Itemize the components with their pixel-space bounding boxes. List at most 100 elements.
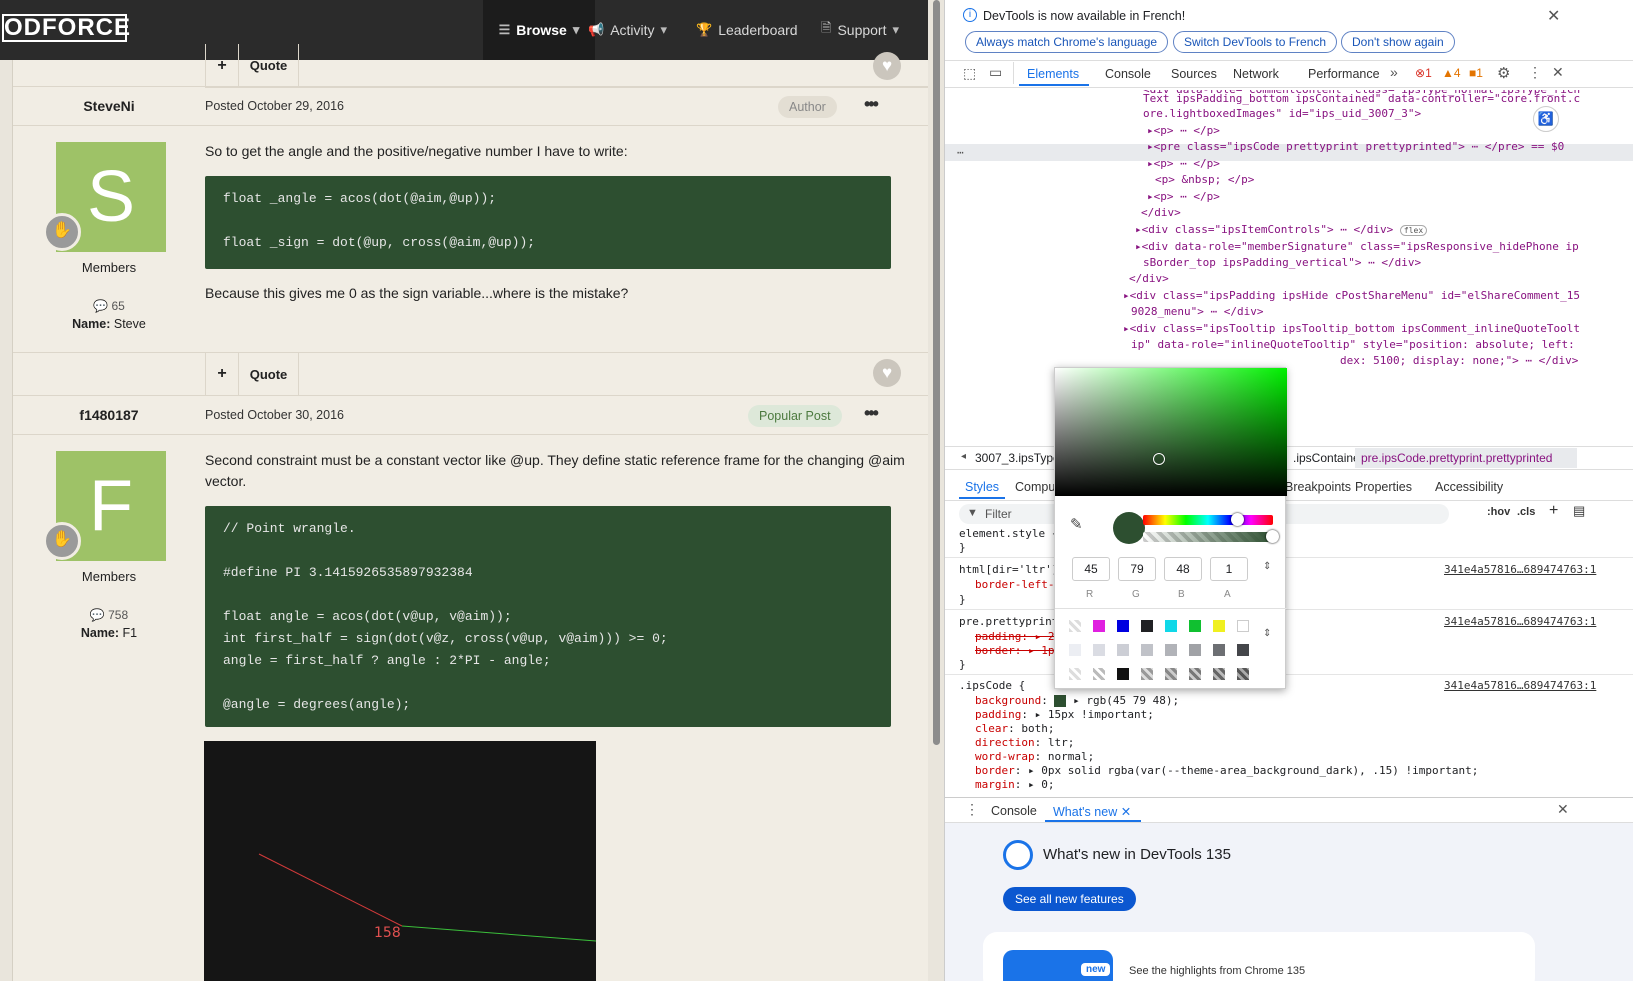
match-language-button[interactable]: Always match Chrome's language [965,31,1169,53]
dom-line[interactable]: sBorder_top ipsPadding_vertical"> ⋯ </di… [1143,255,1421,272]
breadcrumb-left-arrow-icon[interactable]: ◂ [961,451,966,462]
add-rule-icon[interactable]: + [1549,502,1558,520]
close-icon[interactable]: ✕ [1547,6,1560,26]
blue-input[interactable]: 48 [1164,557,1202,581]
dom-line[interactable]: ▸<div class="ipsTooltip ipsTooltip_botto… [1123,321,1580,338]
dom-line[interactable]: dex: 5100; display: none;"> ⋯ </div> [1340,353,1578,370]
saturation-value-area[interactable] [1055,368,1287,496]
css-declaration[interactable]: margin: ▸ 0; [975,777,1055,791]
tab-network[interactable]: Network [1233,67,1279,81]
dom-line[interactable]: </div> [1129,271,1169,288]
drawer-menu-icon[interactable]: ⋮ [965,801,979,818]
post-menu-button[interactable]: ••• [864,94,879,115]
dom-line[interactable]: ore.lightboxedImages" id="ips_uid_3007_3… [1143,106,1421,123]
tab-accessibility[interactable]: Accessibility [1435,480,1503,494]
dom-line[interactable]: ▸<p> ⋯ </p> [1147,189,1220,206]
palette-swatch[interactable] [1069,668,1081,680]
close-devtools-icon[interactable]: ✕ [1552,64,1564,81]
error-count[interactable]: ⊗1 [1415,66,1432,80]
gear-icon[interactable]: ⚙ [1497,64,1510,82]
breadcrumb-item-selected[interactable]: pre.ipsCode.prettyprint.prettyprinted [1361,451,1552,465]
palette-swatch[interactable] [1213,668,1225,680]
post-author[interactable]: f1480187 [13,407,205,423]
palette-swatch[interactable] [1213,620,1225,632]
tab-properties[interactable]: Properties [1355,480,1412,494]
hue-slider[interactable] [1143,515,1273,525]
tab-breakpoints[interactable]: Breakpoints [1285,480,1351,494]
switch-french-button[interactable]: Switch DevTools to French [1173,31,1338,53]
page-scrollbar-thumb[interactable] [933,0,940,745]
css-selector[interactable]: element.style { [959,526,1058,543]
warning-count[interactable]: ▲4 [1442,66,1461,80]
see-all-features-button[interactable]: See all new features [1003,887,1136,911]
source-link[interactable]: 341e4a57816…689474763:1 [1444,614,1596,631]
dom-line[interactable]: ip" data-role="inlineQuoteTooltip" style… [1131,337,1575,354]
dom-line-selected[interactable]: ▸<pre class="ipsCode prettyprint prettyp… [1147,139,1564,156]
post-author[interactable]: SteveNi [13,98,205,114]
dom-line[interactable]: ▸<div class="ipsItemControls"> ⋯ </div> … [1135,222,1428,239]
paint-icon[interactable]: ▤ [1573,503,1585,519]
color-cursor-handle[interactable] [1153,453,1165,465]
palette-swatch[interactable] [1117,668,1129,680]
tab-console[interactable]: Console [1105,67,1151,81]
dom-line[interactable]: </div> [1141,205,1181,222]
quote-button[interactable]: Quote [239,43,299,88]
quote-button[interactable]: Quote [239,352,299,396]
palette-swatch[interactable] [1237,620,1249,632]
source-link[interactable]: 341e4a57816…689474763:1 [1444,562,1596,579]
cls-button[interactable]: .cls [1517,506,1535,518]
dom-line[interactable]: <p> &nbsp; </p> [1155,172,1254,189]
hue-slider-handle[interactable] [1231,513,1244,526]
dom-line[interactable]: ▸<div data-role="memberSignature" class=… [1135,239,1579,256]
close-tab-icon[interactable]: ✕ [1121,805,1131,819]
tab-elements[interactable]: Elements [1027,67,1079,81]
multiquote-button[interactable]: + [205,352,239,396]
multiquote-button[interactable]: + [205,43,239,88]
accessibility-icon[interactable]: ♿ [1533,106,1559,132]
dont-show-again-button[interactable]: Don't show again [1341,31,1455,53]
palette-swatch[interactable] [1093,668,1105,680]
flex-badge[interactable]: flex [1399,225,1428,236]
post-date[interactable]: Posted October 29, 2016 [205,99,344,113]
dom-line[interactable]: ▸<p> ⋯ </p> [1147,123,1220,140]
palette-swatch[interactable] [1237,644,1249,656]
tab-performance[interactable]: Performance [1308,67,1380,81]
breadcrumb-item[interactable]: 3007_3.ipsType_ [975,451,1066,465]
more-tabs-icon[interactable]: » [1390,64,1398,80]
color-swatch[interactable] [1054,695,1067,707]
palette-swatch[interactable] [1117,620,1129,632]
palette-swatch[interactable] [1093,620,1105,632]
palette-swatch[interactable] [1141,620,1153,632]
attached-image[interactable]: 158 [204,741,596,981]
device-toolbar-icon[interactable]: ▭ [989,64,1002,81]
green-input[interactable]: 79 [1118,557,1156,581]
reaction-heart-icon[interactable]: ♥ [873,359,901,387]
close-drawer-icon[interactable]: ✕ [1557,801,1569,818]
alpha-slider[interactable] [1143,532,1273,542]
issue-count[interactable]: ■1 [1469,66,1483,80]
tab-computed[interactable]: Compu [1015,480,1055,494]
palette-swatch[interactable] [1189,668,1201,680]
css-declaration[interactable]: border-left-w [975,577,1061,594]
tab-styles[interactable]: Styles [965,480,999,494]
palette-swatch[interactable] [1069,620,1081,632]
palette-swatch[interactable] [1189,620,1201,632]
red-input[interactable]: 45 [1072,557,1110,581]
alpha-input[interactable]: 1 [1210,557,1248,581]
palette-swatch[interactable] [1069,644,1081,656]
dom-line[interactable]: 9028_menu"> ⋯ </div> [1131,304,1263,321]
css-declaration-overridden[interactable]: border: ▸ 1px [975,643,1061,660]
alpha-slider-handle[interactable] [1266,530,1279,543]
dom-line[interactable]: ▸<div class="ipsPadding ipsHide cPostSha… [1123,288,1580,305]
palette-swatch[interactable] [1165,668,1177,680]
palette-swatch[interactable] [1093,644,1105,656]
palette-swatch[interactable] [1165,644,1177,656]
ellipsis-icon[interactable]: ⋯ [957,146,964,159]
tab-sources[interactable]: Sources [1171,67,1217,81]
inspect-element-icon[interactable]: ⬚ [963,65,976,82]
eyedropper-icon[interactable]: ✎ [1070,515,1083,533]
format-toggle-icon[interactable]: ⇕ [1263,561,1271,572]
palette-swatch[interactable] [1237,668,1249,680]
site-logo[interactable]: ODFORCE [2,14,130,42]
palette-swatch[interactable] [1213,644,1225,656]
